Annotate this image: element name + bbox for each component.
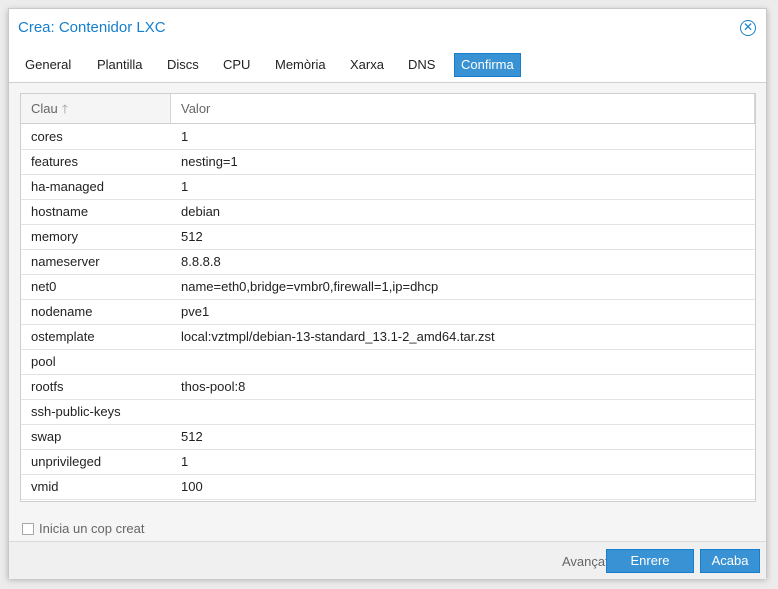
advanced-label: Avançat xyxy=(562,554,609,569)
tab-general[interactable]: General xyxy=(19,53,77,77)
table-row[interactable]: features nesting=1 xyxy=(21,150,755,175)
row-value: 100 xyxy=(181,479,203,494)
row-key: features xyxy=(31,154,78,169)
finish-button[interactable]: Acaba xyxy=(700,549,760,573)
grid-header: Clau 🡑 Valor xyxy=(21,94,755,124)
table-row[interactable]: net0 name=eth0,bridge=vmbr0,firewall=1,ip… xyxy=(21,275,755,300)
row-key: unprivileged xyxy=(31,454,102,469)
close-icon[interactable]: ✕ xyxy=(740,20,756,36)
tab-dns[interactable]: DNS xyxy=(402,53,441,77)
row-key: rootfs xyxy=(31,379,64,394)
start-after-created-checkbox[interactable]: Inicia un cop creat xyxy=(22,521,145,537)
row-key: memory xyxy=(31,229,78,244)
row-value: debian xyxy=(181,204,221,219)
table-row[interactable]: pool xyxy=(21,350,755,375)
dialog-title: Crea: Contenidor LXC xyxy=(18,19,166,36)
row-key: ostemplate xyxy=(31,329,95,344)
dialog-titlebar: Crea: Contenidor LXC ✕ xyxy=(9,9,766,49)
table-row[interactable]: ssh-public-keys xyxy=(21,400,755,425)
table-row[interactable]: hostname debian xyxy=(21,200,755,225)
row-value: thos-pool:8 xyxy=(181,379,246,394)
row-key: swap xyxy=(31,429,62,444)
row-value: 512 xyxy=(181,429,203,444)
table-row[interactable]: nodename pve1 xyxy=(21,300,755,325)
row-value: 1 xyxy=(181,129,189,144)
tab-confirma[interactable]: Confirma xyxy=(454,53,521,77)
row-value: 1 xyxy=(181,454,189,469)
tab-memoria[interactable]: Memòria xyxy=(269,53,332,77)
create-container-dialog: Crea: Contenidor LXC ✕ General Plantilla… xyxy=(8,8,767,579)
row-value: pve1 xyxy=(181,304,210,319)
row-key: hostname xyxy=(31,204,89,219)
row-key: vmid xyxy=(31,479,59,494)
dialog-body: Clau 🡑 Valor cores 1 features nesting=1 ha-… xyxy=(9,83,766,541)
row-key: pool xyxy=(31,354,56,369)
column-header-value[interactable]: Valor xyxy=(171,94,755,123)
column-header-key-label: Clau xyxy=(31,101,58,116)
row-value: 1 xyxy=(181,179,189,194)
row-key: ha-managed xyxy=(31,179,104,194)
row-key: nodename xyxy=(31,304,93,319)
row-key: cores xyxy=(31,129,63,144)
grid-rows: cores 1 features nesting=1 ha-managed 1 hos… xyxy=(21,125,755,500)
tab-cpu[interactable]: CPU xyxy=(217,53,256,77)
dialog-footer: Avançat Enrere Acaba xyxy=(9,541,766,579)
row-value: local:vztmpl/debian-13-standard_13.1-2_a… xyxy=(181,329,495,344)
tab-xarxa[interactable]: Xarxa xyxy=(344,53,390,77)
row-key: ssh-public-keys xyxy=(31,404,121,419)
table-row[interactable]: ostemplate local:vztmpl/debian-13-standar… xyxy=(21,325,755,350)
back-button[interactable]: Enrere xyxy=(606,549,694,573)
tab-plantilla[interactable]: Plantilla xyxy=(91,53,149,77)
table-row[interactable]: ha-managed 1 xyxy=(21,175,755,200)
wizard-tabbar: General Plantilla Discs CPU Memòria Xarx… xyxy=(9,51,766,83)
summary-grid: Clau 🡑 Valor cores 1 features nesting=1 ha-… xyxy=(20,93,756,502)
row-value: name=eth0,bridge=vmbr0,firewall=1,ip=dhc… xyxy=(181,279,439,294)
table-row[interactable]: nameserver 8.8.8.8 xyxy=(21,250,755,275)
table-row[interactable]: unprivileged 1 xyxy=(21,450,755,475)
column-header-key[interactable]: Clau 🡑 xyxy=(21,94,171,123)
table-row[interactable]: memory 512 xyxy=(21,225,755,250)
row-value: 512 xyxy=(181,229,203,244)
row-value: 8.8.8.8 xyxy=(181,254,221,269)
tab-discs[interactable]: Discs xyxy=(161,53,205,77)
row-key: net0 xyxy=(31,279,57,294)
table-row[interactable]: cores 1 xyxy=(21,125,755,150)
row-key: nameserver xyxy=(31,254,100,269)
start-after-created-label: Inicia un cop creat xyxy=(39,521,145,536)
table-row[interactable]: vmid 100 xyxy=(21,475,755,500)
table-row[interactable]: swap 512 xyxy=(21,425,755,450)
checkbox-icon[interactable] xyxy=(22,523,34,535)
table-row[interactable]: rootfs thos-pool:8 xyxy=(21,375,755,400)
arrow-up-icon: 🡑 xyxy=(61,102,68,116)
row-value: nesting=1 xyxy=(181,154,238,169)
